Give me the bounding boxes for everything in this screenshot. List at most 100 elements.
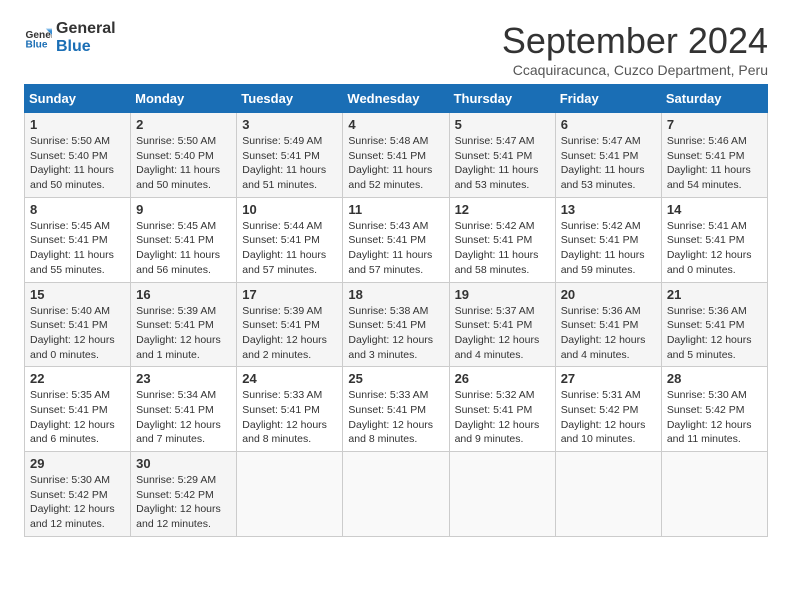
day-number: 2 (136, 117, 231, 132)
day-info: Sunrise: 5:45 AM Sunset: 5:41 PM Dayligh… (30, 219, 125, 278)
day-info: Sunrise: 5:30 AM Sunset: 5:42 PM Dayligh… (667, 388, 762, 447)
logo-icon: General Blue (24, 24, 52, 52)
column-header-tuesday: Tuesday (237, 85, 343, 113)
day-info: Sunrise: 5:30 AM Sunset: 5:42 PM Dayligh… (30, 473, 125, 532)
day-info: Sunrise: 5:34 AM Sunset: 5:41 PM Dayligh… (136, 388, 231, 447)
calendar-cell (449, 452, 555, 537)
column-header-sunday: Sunday (25, 85, 131, 113)
day-number: 19 (455, 287, 550, 302)
day-info: Sunrise: 5:37 AM Sunset: 5:41 PM Dayligh… (455, 304, 550, 363)
day-number: 29 (30, 456, 125, 471)
day-number: 26 (455, 371, 550, 386)
page-header: General Blue General Blue September 2024… (24, 20, 768, 78)
day-info: Sunrise: 5:35 AM Sunset: 5:41 PM Dayligh… (30, 388, 125, 447)
day-number: 22 (30, 371, 125, 386)
day-number: 13 (561, 202, 656, 217)
day-number: 20 (561, 287, 656, 302)
calendar-cell: 27 Sunrise: 5:31 AM Sunset: 5:42 PM Dayli… (555, 367, 661, 452)
logo-general: General (56, 20, 116, 38)
calendar-cell (661, 452, 767, 537)
day-info: Sunrise: 5:29 AM Sunset: 5:42 PM Dayligh… (136, 473, 231, 532)
week-row-3: 15 Sunrise: 5:40 AM Sunset: 5:41 PM Dayli… (25, 282, 768, 367)
day-info: Sunrise: 5:33 AM Sunset: 5:41 PM Dayligh… (348, 388, 443, 447)
calendar-cell: 25 Sunrise: 5:33 AM Sunset: 5:41 PM Dayli… (343, 367, 449, 452)
month-title: September 2024 (502, 20, 768, 62)
day-info: Sunrise: 5:50 AM Sunset: 5:40 PM Dayligh… (136, 134, 231, 193)
calendar-table: SundayMondayTuesdayWednesdayThursdayFrid… (24, 84, 768, 537)
day-number: 12 (455, 202, 550, 217)
calendar-cell: 3Sunrise: 5:49 AM Sunset: 5:41 PM Daylig… (237, 113, 343, 198)
calendar-cell: 18Sunrise: 5:38 AM Sunset: 5:41 PM Dayli… (343, 282, 449, 367)
calendar-cell: 15 Sunrise: 5:40 AM Sunset: 5:41 PM Dayli… (25, 282, 131, 367)
day-info: Sunrise: 5:31 AM Sunset: 5:42 PM Dayligh… (561, 388, 656, 447)
week-row-5: 29 Sunrise: 5:30 AM Sunset: 5:42 PM Dayli… (25, 452, 768, 537)
day-number: 17 (242, 287, 337, 302)
calendar-cell (555, 452, 661, 537)
calendar-cell: 17 Sunrise: 5:39 AM Sunset: 5:41 PM Dayli… (237, 282, 343, 367)
day-number: 6 (561, 117, 656, 132)
day-number: 10 (242, 202, 337, 217)
column-header-thursday: Thursday (449, 85, 555, 113)
calendar-cell: 8 Sunrise: 5:45 AM Sunset: 5:41 PM Daylig… (25, 197, 131, 282)
day-number: 7 (667, 117, 762, 132)
day-info: Sunrise: 5:42 AM Sunset: 5:41 PM Dayligh… (561, 219, 656, 278)
day-number: 11 (348, 202, 443, 217)
day-number: 30 (136, 456, 231, 471)
calendar-cell: 9 Sunrise: 5:45 AM Sunset: 5:41 PM Daylig… (131, 197, 237, 282)
day-number: 14 (667, 202, 762, 217)
calendar-cell: 6 Sunrise: 5:47 AM Sunset: 5:41 PM Daylig… (555, 113, 661, 198)
calendar-cell: 14Sunrise: 5:41 AM Sunset: 5:41 PM Dayli… (661, 197, 767, 282)
column-header-friday: Friday (555, 85, 661, 113)
day-info: Sunrise: 5:36 AM Sunset: 5:41 PM Dayligh… (561, 304, 656, 363)
calendar-cell: 10 Sunrise: 5:44 AM Sunset: 5:41 PM Dayli… (237, 197, 343, 282)
day-info: Sunrise: 5:42 AM Sunset: 5:41 PM Dayligh… (455, 219, 550, 278)
calendar-cell: 5 Sunrise: 5:47 AM Sunset: 5:41 PM Daylig… (449, 113, 555, 198)
day-number: 9 (136, 202, 231, 217)
calendar-cell: 29 Sunrise: 5:30 AM Sunset: 5:42 PM Dayli… (25, 452, 131, 537)
calendar-cell: 22 Sunrise: 5:35 AM Sunset: 5:41 PM Dayli… (25, 367, 131, 452)
column-header-wednesday: Wednesday (343, 85, 449, 113)
calendar-cell: 12 Sunrise: 5:42 AM Sunset: 5:41 PM Dayli… (449, 197, 555, 282)
day-info: Sunrise: 5:36 AM Sunset: 5:41 PM Dayligh… (667, 304, 762, 363)
day-number: 5 (455, 117, 550, 132)
calendar-cell: 20 Sunrise: 5:36 AM Sunset: 5:41 PM Dayli… (555, 282, 661, 367)
day-number: 4 (348, 117, 443, 132)
week-row-1: 1 Sunrise: 5:50 AM Sunset: 5:40 PM Daylig… (25, 113, 768, 198)
day-number: 15 (30, 287, 125, 302)
calendar-cell: 2 Sunrise: 5:50 AM Sunset: 5:40 PM Daylig… (131, 113, 237, 198)
calendar-cell: 16Sunrise: 5:39 AM Sunset: 5:41 PM Dayli… (131, 282, 237, 367)
day-number: 28 (667, 371, 762, 386)
week-row-2: 8 Sunrise: 5:45 AM Sunset: 5:41 PM Daylig… (25, 197, 768, 282)
calendar-cell: 23Sunrise: 5:34 AM Sunset: 5:41 PM Dayli… (131, 367, 237, 452)
calendar-cell: 28 Sunrise: 5:30 AM Sunset: 5:42 PM Dayli… (661, 367, 767, 452)
day-number: 1 (30, 117, 125, 132)
day-info: Sunrise: 5:38 AM Sunset: 5:41 PM Dayligh… (348, 304, 443, 363)
column-header-monday: Monday (131, 85, 237, 113)
calendar-cell: 11 Sunrise: 5:43 AM Sunset: 5:41 PM Dayli… (343, 197, 449, 282)
day-info: Sunrise: 5:44 AM Sunset: 5:41 PM Dayligh… (242, 219, 337, 278)
day-info: Sunrise: 5:43 AM Sunset: 5:41 PM Dayligh… (348, 219, 443, 278)
calendar-cell (343, 452, 449, 537)
day-info: Sunrise: 5:39 AM Sunset: 5:41 PM Dayligh… (242, 304, 337, 363)
calendar-cell: 4 Sunrise: 5:48 AM Sunset: 5:41 PM Daylig… (343, 113, 449, 198)
calendar-cell (237, 452, 343, 537)
day-number: 25 (348, 371, 443, 386)
day-info: Sunrise: 5:48 AM Sunset: 5:41 PM Dayligh… (348, 134, 443, 193)
week-row-4: 22 Sunrise: 5:35 AM Sunset: 5:41 PM Dayli… (25, 367, 768, 452)
logo-blue: Blue (56, 38, 116, 56)
day-number: 3 (242, 117, 337, 132)
calendar-cell: 21Sunrise: 5:36 AM Sunset: 5:41 PM Dayli… (661, 282, 767, 367)
calendar-header-row: SundayMondayTuesdayWednesdayThursdayFrid… (25, 85, 768, 113)
logo: General Blue General Blue (24, 20, 116, 57)
day-info: Sunrise: 5:46 AM Sunset: 5:41 PM Dayligh… (667, 134, 762, 193)
day-number: 27 (561, 371, 656, 386)
day-info: Sunrise: 5:47 AM Sunset: 5:41 PM Dayligh… (455, 134, 550, 193)
day-info: Sunrise: 5:40 AM Sunset: 5:41 PM Dayligh… (30, 304, 125, 363)
day-info: Sunrise: 5:45 AM Sunset: 5:41 PM Dayligh… (136, 219, 231, 278)
title-section: September 2024 Ccaquiracunca, Cuzco Depa… (502, 20, 768, 78)
day-number: 24 (242, 371, 337, 386)
calendar-cell: 30 Sunrise: 5:29 AM Sunset: 5:42 PM Dayli… (131, 452, 237, 537)
calendar-cell: 26Sunrise: 5:32 AM Sunset: 5:41 PM Dayli… (449, 367, 555, 452)
day-info: Sunrise: 5:47 AM Sunset: 5:41 PM Dayligh… (561, 134, 656, 193)
day-number: 8 (30, 202, 125, 217)
